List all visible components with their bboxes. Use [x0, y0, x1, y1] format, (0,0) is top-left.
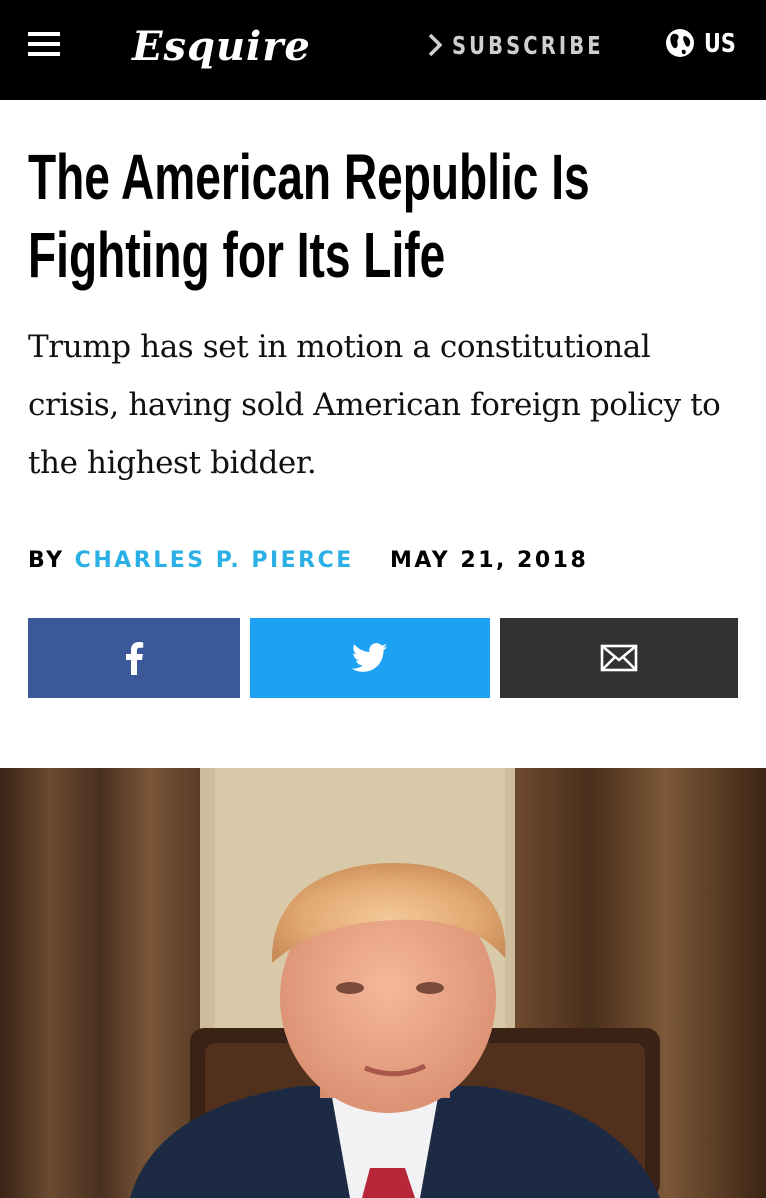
byline: BY CHARLES P. PIERCE MAY 21, 2018	[28, 546, 588, 576]
subscribe-label: SUBSCRIBE	[452, 31, 604, 60]
twitter-share-button[interactable]	[250, 618, 490, 698]
esquire-logo[interactable]: Esquire	[132, 22, 311, 72]
menu-icon[interactable]	[28, 32, 60, 58]
subscribe-link[interactable]: SUBSCRIBE	[428, 28, 646, 64]
byline-prefix: BY	[28, 548, 65, 573]
author-link[interactable]: CHARLES P. PIERCE	[75, 548, 354, 573]
email-share-button[interactable]	[500, 618, 738, 698]
edition-label: US	[704, 29, 736, 59]
globe-icon	[666, 28, 694, 57]
chevron-right-icon	[428, 33, 442, 57]
edition-selector[interactable]: US	[664, 26, 744, 62]
facebook-share-button[interactable]	[28, 618, 240, 698]
envelope-icon	[600, 644, 638, 672]
hero-photo-illustration	[0, 768, 766, 1198]
article-headline: The American Republic Is Fighting for It…	[28, 141, 590, 291]
hero-photo	[0, 768, 766, 1198]
twitter-icon	[352, 643, 388, 672]
facebook-icon	[126, 642, 144, 675]
top-navigation-bar: Esquire SUBSCRIBE US	[0, 0, 766, 100]
publish-date: MAY 21, 2018	[389, 548, 589, 573]
article-dek: Trump has set in motion a constitutional…	[28, 329, 721, 481]
